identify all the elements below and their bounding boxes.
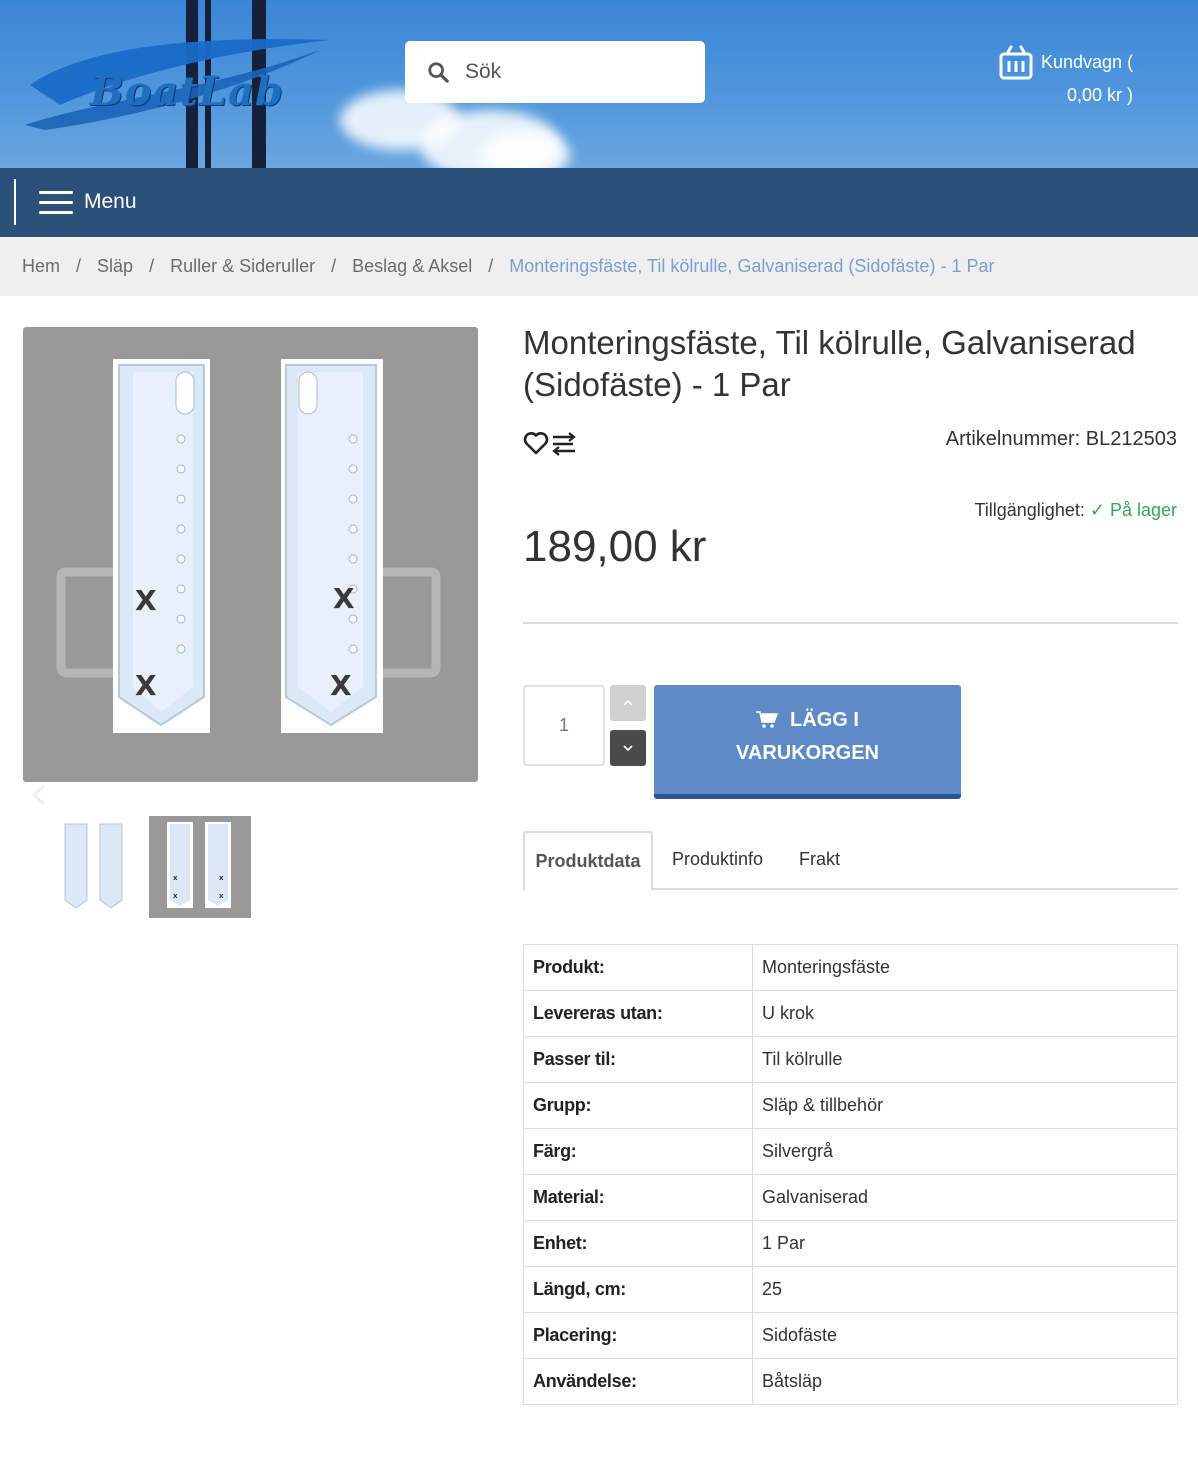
search-input[interactable] <box>465 41 695 103</box>
breadcrumb-link-beslag[interactable]: Beslag & Aksel <box>352 256 472 277</box>
add-to-cart-label-line2: VARUKORGEN <box>736 742 879 764</box>
cart-total: 0,00 kr ) <box>1067 85 1134 105</box>
spec-value: Båtsläp <box>752 1358 1178 1405</box>
availability: Tillgänglighet: ✓ På lager <box>974 500 1177 521</box>
tab-frakt[interactable]: Frakt <box>799 831 840 890</box>
compare-icon[interactable] <box>551 431 577 457</box>
tab-produktdata[interactable]: Produktdata <box>523 831 653 891</box>
svg-text:x: x <box>219 892 224 900</box>
breadcrumb-separator: / <box>488 256 494 276</box>
add-to-cart-button[interactable]: LÄGG I VARUKORGEN <box>654 685 961 799</box>
spec-value: Sidofäste <box>752 1312 1178 1359</box>
product-sku: Artikelnummer: BL212503 <box>945 428 1177 450</box>
spec-key: Enhet: <box>523 1220 753 1267</box>
cart-label: Kundvagn ( <box>1041 52 1134 72</box>
svg-text:x: x <box>173 892 178 900</box>
spec-table: Produkt: Monteringsfäste Levereras utan: U… <box>523 944 1178 1405</box>
spec-value: Monteringsfäste <box>752 944 1178 991</box>
search-icon[interactable] <box>427 61 449 83</box>
breadcrumb-separator: / <box>76 256 82 276</box>
bracket-thumbnail <box>64 823 123 909</box>
product-title: Monteringsfäste, Til kölrulle, Galvanise… <box>523 324 1136 403</box>
bracket-image: X X X X <box>56 359 441 733</box>
spec-value: 1 Par <box>752 1220 1178 1267</box>
quantity-input[interactable] <box>523 685 605 766</box>
table-row: Levereras utan: U krok <box>523 990 1178 1037</box>
table-row: Enhet: 1 Par <box>523 1220 1178 1267</box>
spec-value: U krok <box>752 990 1178 1037</box>
cart-icon <box>756 711 779 728</box>
breadcrumb-link-ruller[interactable]: Ruller & Sideruller <box>170 256 315 277</box>
availability-label: Tillgänglighet: <box>974 500 1085 520</box>
menu-label: Menu <box>84 190 137 213</box>
spec-value: 25 <box>752 1266 1178 1313</box>
table-row: Längd, cm: 25 <box>523 1266 1178 1313</box>
table-row: Passer til: Til kölrulle <box>523 1036 1178 1083</box>
spec-key: Passer til: <box>523 1036 753 1083</box>
image-prev-arrow-icon[interactable] <box>24 780 54 810</box>
product-price: 189,00 kr <box>523 522 707 571</box>
site-header: BoatLab Kundvagn ( 0,00 kr ) <box>0 0 1198 168</box>
menu-button[interactable]: Menu <box>39 186 179 220</box>
chevron-up-icon <box>623 699 633 706</box>
spec-key: Material: <box>523 1174 753 1221</box>
breadcrumb-current: Monteringsfäste, Til kölrulle, Galvanise… <box>509 256 995 276</box>
nav-divider <box>14 179 16 225</box>
site-logo[interactable]: BoatLab <box>20 30 340 140</box>
table-row: Placering: Sidofäste <box>523 1312 1178 1359</box>
svg-text:X: X <box>135 669 157 702</box>
spec-key: Produkt: <box>523 944 753 991</box>
breadcrumb: Hem / Släp / Ruller & Sideruller / Besla… <box>0 237 1198 296</box>
svg-text:X: X <box>135 584 157 617</box>
spec-key: Placering: <box>523 1312 753 1359</box>
breadcrumb-link-slap[interactable]: Släp <box>97 256 133 277</box>
quantity-decrease-button[interactable] <box>610 730 646 766</box>
thumbnail-strip: x x x x <box>45 816 252 918</box>
svg-text:X: X <box>330 669 352 702</box>
bracket-thumbnail: x x x x <box>167 822 231 908</box>
spec-value: Släp & tillbehör <box>752 1082 1178 1129</box>
availability-status: ✓ På lager <box>1089 500 1177 520</box>
breadcrumb-link-home[interactable]: Hem <box>22 256 60 277</box>
add-to-cart-label-line1: LÄGG I <box>790 709 859 731</box>
tab-produktinfo[interactable]: Produktinfo <box>672 831 763 890</box>
quantity-increase-button[interactable] <box>610 685 646 721</box>
spec-key: Användelse: <box>523 1358 753 1405</box>
heart-icon[interactable] <box>523 430 549 456</box>
main-nav: Menu <box>0 168 1198 237</box>
table-row: Grupp: Släp & tillbehör <box>523 1082 1178 1129</box>
thumbnail-1[interactable] <box>45 816 147 918</box>
divider <box>523 622 1178 624</box>
table-row: Produkt: Monteringsfäste <box>523 944 1178 991</box>
spec-key: Grupp: <box>523 1082 753 1129</box>
spec-value: Silvergrå <box>752 1128 1178 1175</box>
breadcrumb-separator: / <box>331 256 337 276</box>
logo-text: BoatLab <box>90 68 284 115</box>
breadcrumb-separator: / <box>149 256 155 276</box>
cart-link[interactable]: Kundvagn ( 0,00 kr ) <box>998 44 1178 114</box>
product-tabs: Produktdata Produktinfo Frakt <box>523 831 1178 891</box>
product-main-image[interactable]: X X X X <box>23 327 478 782</box>
spec-value: Til kölrulle <box>752 1036 1178 1083</box>
basket-icon <box>999 45 1033 80</box>
hamburger-icon <box>39 191 73 215</box>
table-row: Färg: Silvergrå <box>523 1128 1178 1175</box>
spec-value: Galvaniserad <box>752 1174 1178 1221</box>
spec-key: Färg: <box>523 1128 753 1175</box>
spec-key: Levereras utan: <box>523 990 753 1037</box>
svg-text:x: x <box>173 874 178 882</box>
svg-text:X: X <box>333 582 355 615</box>
chevron-down-icon <box>623 745 633 752</box>
spec-key: Längd, cm: <box>523 1266 753 1313</box>
thumbnail-2[interactable]: x x x x <box>149 816 251 918</box>
search-box <box>405 41 705 103</box>
svg-text:x: x <box>219 874 224 882</box>
table-row: Material: Galvaniserad <box>523 1174 1178 1221</box>
table-row: Användelse: Båtsläp <box>523 1358 1178 1405</box>
